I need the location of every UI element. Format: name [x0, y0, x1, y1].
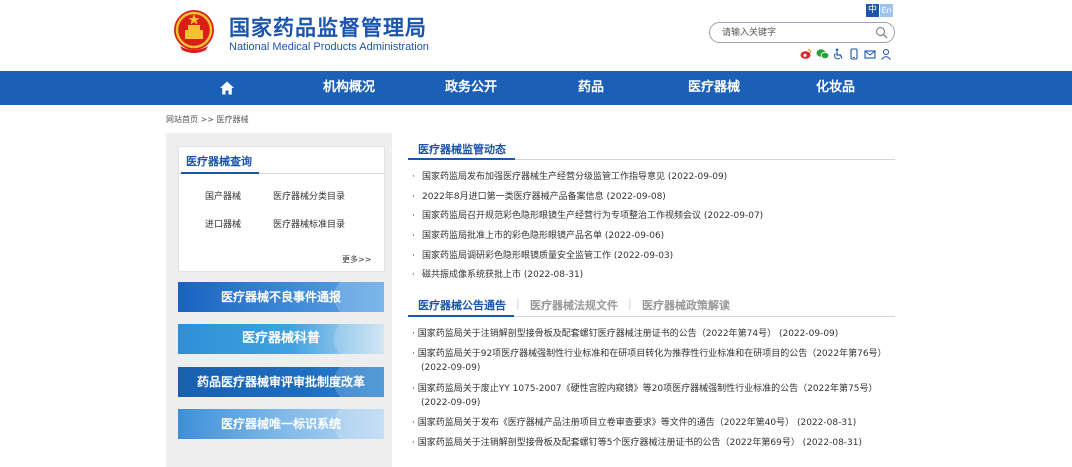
tab-policy-interpretation[interactable]: 医疗器械政策解读	[642, 297, 730, 313]
device-query-title: 医疗器械查询	[186, 155, 252, 168]
wechat-icon[interactable]	[816, 48, 830, 60]
mobile-icon[interactable]	[848, 48, 860, 60]
imported-devices-link[interactable]: 进口器械	[205, 217, 241, 230]
device-classification-link[interactable]: 医疗器械分类目录	[273, 189, 345, 202]
query-title-underline	[181, 172, 259, 174]
adverse-event-banner[interactable]: 医疗器械不良事件通报	[178, 282, 384, 312]
announcements-section-underline	[408, 315, 514, 317]
user-icon[interactable]	[880, 48, 892, 60]
bullet: ·	[412, 211, 415, 221]
udi-system-banner[interactable]: 医疗器械唯一标识系统	[178, 409, 384, 439]
tab-announcements[interactable]: 医疗器械公告通告	[418, 297, 506, 313]
list-item[interactable]: · 国家药监局关于发布《医疗器械产品注册项目立卷审查要求》等文件的通告（2022…	[412, 416, 894, 430]
site-title[interactable]: 国家药品监督管理局	[229, 12, 427, 42]
nav-item-drugs[interactable]: 药品	[578, 71, 604, 105]
list-item[interactable]: · 国家药监局发布加强医疗器械生产经营分级监管工作指导意见 (2022-09-09…	[412, 170, 894, 184]
tab-regulations[interactable]: 医疗器械法规文件	[530, 297, 618, 313]
news-link[interactable]: 国家药监局发布加强医疗器械生产经营分级监管工作指导意见 (2022-09-09)	[422, 172, 727, 182]
list-item[interactable]: · 国家药监局召开规范彩色隐形眼镜生产经营行为专项整治工作视频会议 (2022-0…	[412, 209, 894, 223]
breadcrumb-home-link[interactable]: 网站首页	[166, 115, 198, 124]
accessibility-icon[interactable]	[832, 48, 844, 60]
science-popularization-banner-label: 医疗器械科普	[241, 331, 320, 346]
list-item[interactable]: · 国家药监局关于注销解剖型接骨板及配套螺钉等5个医疗器械注册证书的公告（202…	[412, 436, 894, 450]
bullet: ·	[412, 251, 415, 261]
query-more-link[interactable]: 更多>>	[342, 254, 371, 265]
list-item[interactable]: · 磁共振成像系统获批上市 (2022-08-31)	[412, 268, 894, 282]
lang-zh-button[interactable]: 中	[866, 4, 879, 17]
review-reform-banner[interactable]: 药品医疗器械审评审批制度改革	[178, 367, 384, 397]
bullet: ·	[412, 270, 415, 280]
site-header: 国家药品监督管理局 National Medical Products Admi…	[0, 0, 1072, 71]
lang-en-button[interactable]: En	[880, 4, 893, 17]
review-reform-banner-label: 药品医疗器械审评审批制度改革	[196, 375, 365, 389]
news-link[interactable]: 国家药监局批准上市的彩色隐形眼镜产品名单 (2022-09-06)	[422, 231, 664, 241]
tab-separator: |	[628, 297, 632, 310]
breadcrumb-current: 医疗器械	[216, 115, 249, 124]
announcement-link[interactable]: 国家药监局关于92项医疗器械强制性行业标准和在研项目转化为推荐性行业标准和在研项…	[418, 349, 887, 373]
dynamics-section-underline	[408, 158, 515, 160]
science-popularization-banner[interactable]: 医疗器械科普	[178, 324, 384, 354]
announcement-link[interactable]: 国家药监局关于废止YY 1075-2007《硬性宫腔内窥镜》等20项医疗器械强制…	[418, 384, 878, 408]
main-nav: 机构概况 政务公开 药品 医疗器械 化妆品	[0, 71, 1072, 105]
bullet: ·	[412, 231, 415, 241]
device-query-box: 医疗器械查询 国产器械 医疗器械分类目录 进口器械 医疗器械标准目录 更多>>	[178, 146, 385, 272]
adverse-event-banner-label: 医疗器械不良事件通报	[220, 290, 341, 304]
tab-separator: |	[516, 297, 520, 310]
site-subtitle: National Medical Products Administration	[229, 41, 429, 53]
list-item[interactable]: · 国家药监局批准上市的彩色隐形眼镜产品名单 (2022-09-06)	[412, 229, 894, 243]
nav-item-medical-devices[interactable]: 医疗器械	[688, 71, 740, 105]
domestic-devices-link[interactable]: 国产器械	[205, 189, 241, 202]
device-standards-link[interactable]: 医疗器械标准目录	[273, 217, 345, 230]
news-link[interactable]: 国家药监局调研彩色隐形眼镜质量安全监管工作 (2022-09-03)	[422, 251, 673, 261]
national-emblem-icon	[174, 10, 214, 53]
mail-icon[interactable]	[864, 48, 876, 60]
list-item[interactable]: · 2022年8月进口第一类医疗器械产品备案信息 (2022-09-08)	[412, 190, 894, 204]
search-box	[709, 22, 895, 43]
search-input[interactable]	[722, 26, 872, 40]
news-link[interactable]: 2022年8月进口第一类医疗器械产品备案信息 (2022-09-08)	[422, 192, 666, 202]
news-link[interactable]: 国家药监局召开规范彩色隐形眼镜生产经营行为专项整治工作视频会议 (2022-09…	[422, 211, 763, 221]
list-item[interactable]: · 国家药监局关于废止YY 1075-2007《硬性宫腔内窥镜》等20项医疗器械…	[412, 382, 894, 410]
announcement-link[interactable]: 国家药监局关于注销解剖型接骨板及配套螺钉等5个医疗器械注册证书的公告（2022年…	[418, 438, 862, 448]
news-link[interactable]: 磁共振成像系统获批上市 (2022-08-31)	[422, 270, 583, 280]
list-item[interactable]: · 国家药监局调研彩色隐形眼镜质量安全监管工作 (2022-09-03)	[412, 249, 894, 263]
list-item[interactable]: · 国家药监局关于92项医疗器械强制性行业标准和在研项目转化为推荐性行业标准和在…	[412, 347, 894, 375]
dynamics-section-title[interactable]: 医疗器械监管动态	[418, 141, 506, 157]
list-item[interactable]: · 国家药监局关于注销解剖型接骨板及配套螺钉医疗器械注册证书的公告（2022年第…	[412, 327, 894, 341]
nav-item-cosmetics[interactable]: 化妆品	[816, 71, 855, 105]
announcement-link[interactable]: 国家药监局关于发布《医疗器械产品注册项目立卷审查要求》等文件的通告（2022年第…	[418, 418, 857, 428]
nav-item-government-affairs[interactable]: 政务公开	[445, 71, 497, 105]
social-links	[800, 47, 892, 61]
bullet: ·	[412, 172, 415, 182]
weibo-icon[interactable]	[800, 48, 812, 60]
udi-system-banner-label: 医疗器械唯一标识系统	[220, 417, 341, 431]
breadcrumb-separator: >>	[198, 115, 217, 124]
nav-item-about[interactable]: 机构概况	[323, 71, 375, 105]
breadcrumb: 网站首页 >> 医疗器械	[166, 114, 249, 125]
announcement-link[interactable]: 国家药监局关于注销解剖型接骨板及配套螺钉医疗器械注册证书的公告（2022年第74…	[418, 329, 839, 339]
bullet: ·	[412, 192, 415, 202]
home-icon[interactable]	[219, 80, 235, 96]
search-icon[interactable]	[875, 26, 888, 39]
